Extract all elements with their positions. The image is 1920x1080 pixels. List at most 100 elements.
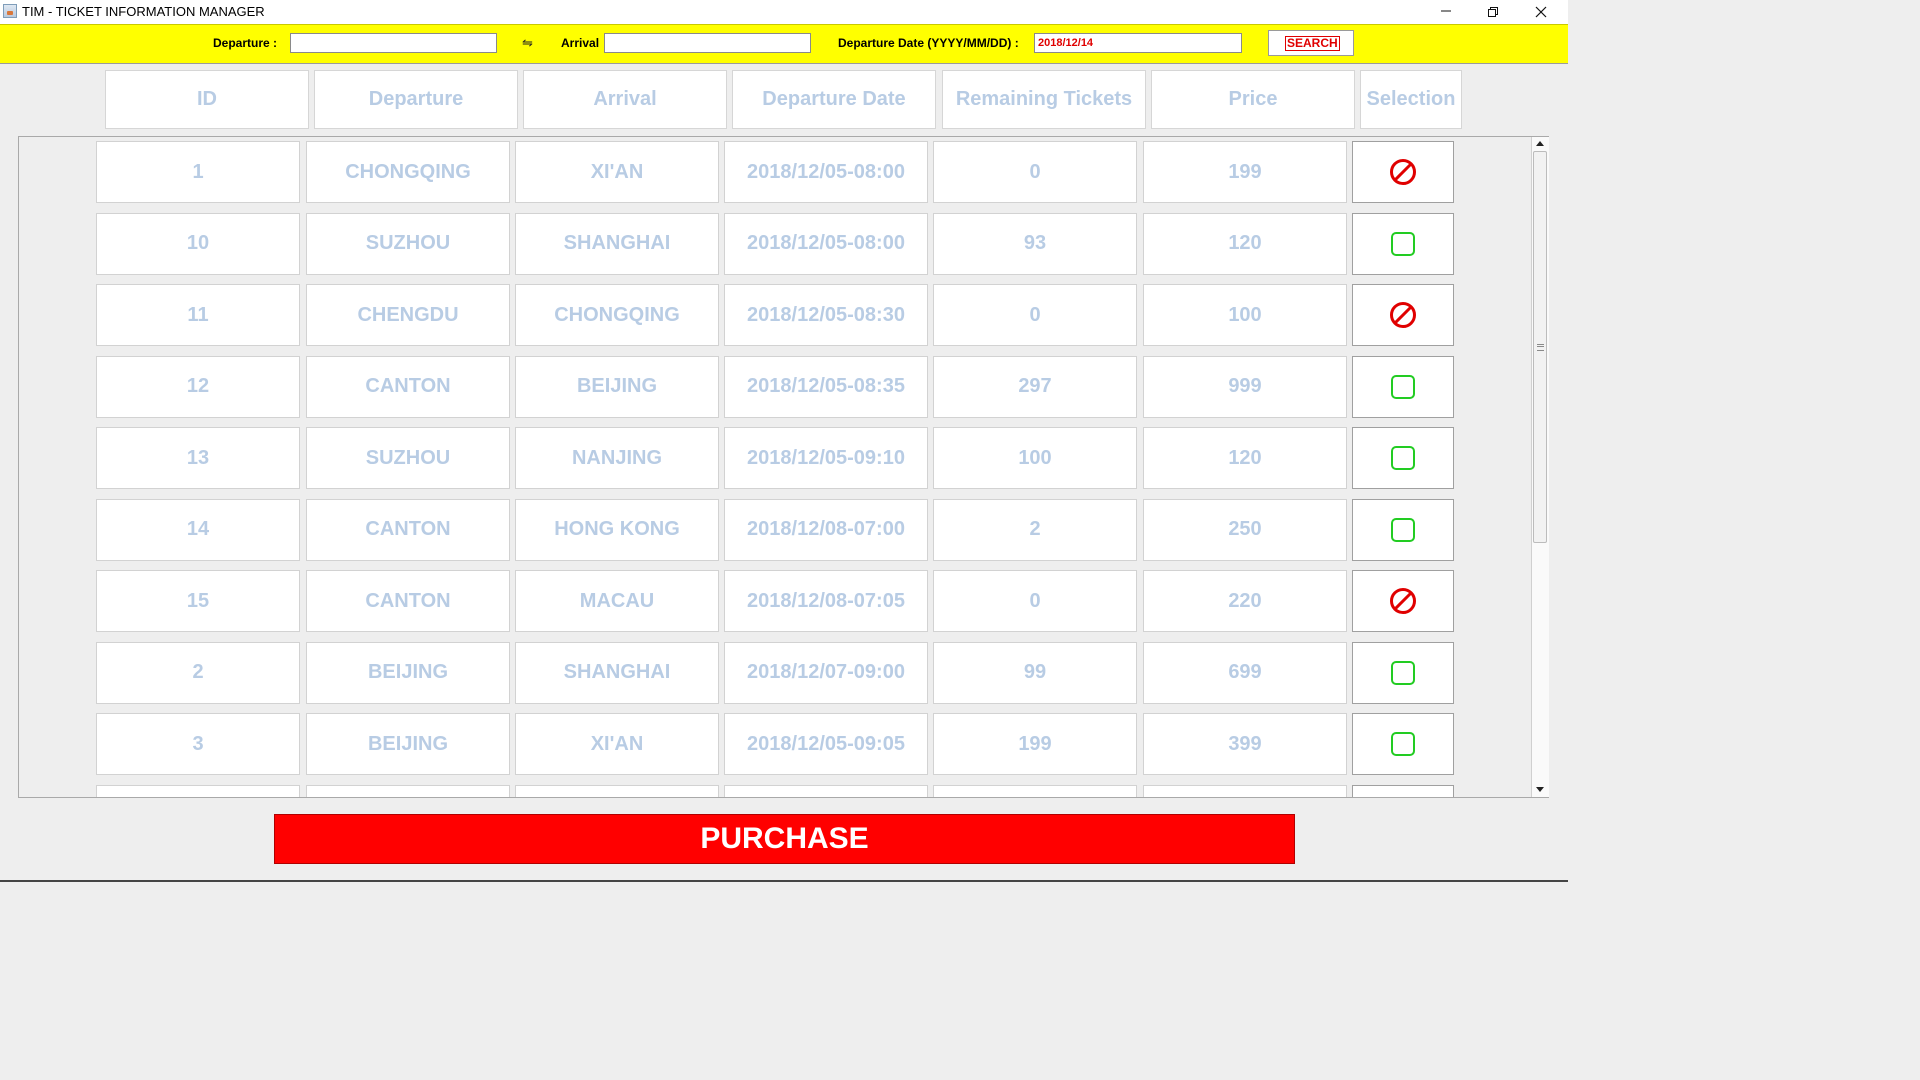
empty-checkbox-icon bbox=[1391, 732, 1415, 756]
cell-departure: CHONGQING bbox=[306, 141, 510, 203]
cell-arrival bbox=[515, 784, 719, 797]
table-row[interactable]: 15 CANTON MACAU 2018/12/08-07:05 0 220 bbox=[19, 570, 1531, 632]
cell-price bbox=[1143, 784, 1347, 797]
cell-arrival: SHANGHAI bbox=[515, 641, 719, 704]
window-title: TIM - TICKET INFORMATION MANAGER bbox=[22, 4, 265, 19]
cell-departure: CHENGDU bbox=[306, 284, 510, 346]
cell-remaining-tickets: 99 bbox=[933, 641, 1137, 704]
cell-departure: BEIJING bbox=[306, 713, 510, 775]
table-row[interactable]: 14 CANTON HONG KONG 2018/12/08-07:00 2 250 bbox=[19, 498, 1531, 561]
cell-arrival: XI'AN bbox=[515, 713, 719, 775]
cell-id: 15 bbox=[96, 570, 300, 632]
empty-checkbox-icon bbox=[1391, 446, 1415, 470]
header-id[interactable]: ID bbox=[105, 70, 309, 129]
empty-checkbox-icon bbox=[1391, 231, 1415, 256]
cell-remaining-tickets: 0 bbox=[933, 141, 1137, 203]
cell-departure-date: 2018/12/05-08:00 bbox=[724, 212, 928, 275]
cell-remaining-tickets: 93 bbox=[933, 212, 1137, 275]
cell-selection[interactable] bbox=[1352, 641, 1454, 704]
departure-date-label: Departure Date (YYYY/MM/DD) : bbox=[838, 36, 1019, 50]
departure-date-input[interactable] bbox=[1034, 33, 1242, 53]
table-row[interactable]: 10 SUZHOU SHANGHAI 2018/12/05-08:00 93 120 bbox=[19, 212, 1531, 275]
grip-icon bbox=[1537, 344, 1544, 351]
restore-icon bbox=[1488, 7, 1498, 17]
cell-departure-date: 2018/12/05-08:35 bbox=[724, 355, 928, 418]
cell-remaining-tickets: 0 bbox=[933, 284, 1137, 346]
restore-button[interactable] bbox=[1470, 0, 1516, 24]
swap-icon[interactable]: ⇋ bbox=[522, 35, 533, 51]
cell-departure-date: 2018/12/05-09:05 bbox=[724, 713, 928, 775]
cell-arrival: BEIJING bbox=[515, 355, 719, 418]
cell-departure-date bbox=[724, 784, 928, 797]
cell-price: 999 bbox=[1143, 355, 1347, 418]
minimize-button[interactable] bbox=[1423, 0, 1469, 24]
vertical-scrollbar[interactable] bbox=[1531, 137, 1549, 797]
cell-price: 250 bbox=[1143, 498, 1347, 561]
cell-arrival: HONG KONG bbox=[515, 498, 719, 561]
cell-id bbox=[96, 784, 300, 797]
departure-input[interactable] bbox=[290, 33, 497, 53]
cell-departure: SUZHOU bbox=[306, 212, 510, 275]
cell-arrival: SHANGHAI bbox=[515, 212, 719, 275]
purchase-button[interactable]: PURCHASE bbox=[274, 814, 1295, 864]
table-row[interactable]: 1 CHONGQING XI'AN 2018/12/05-08:00 0 199 bbox=[19, 141, 1531, 203]
prohibited-icon bbox=[1390, 588, 1416, 614]
cell-departure: CANTON bbox=[306, 570, 510, 632]
arrow-down-icon bbox=[1536, 787, 1544, 792]
scroll-up-button[interactable] bbox=[1532, 137, 1549, 151]
cell-remaining-tickets: 297 bbox=[933, 355, 1137, 418]
search-button-label: SEARCH bbox=[1285, 36, 1340, 51]
cell-id: 14 bbox=[96, 498, 300, 561]
close-button[interactable] bbox=[1518, 0, 1564, 24]
header-remaining-tickets[interactable]: Remaining Tickets bbox=[942, 70, 1146, 129]
cell-selection[interactable] bbox=[1352, 784, 1454, 797]
table-row[interactable]: 12 CANTON BEIJING 2018/12/05-08:35 297 999 bbox=[19, 355, 1531, 418]
empty-checkbox-icon bbox=[1391, 374, 1415, 399]
minimize-icon bbox=[1441, 10, 1451, 12]
search-button[interactable]: SEARCH bbox=[1268, 30, 1354, 56]
cell-selection[interactable] bbox=[1352, 284, 1454, 346]
cell-selection[interactable] bbox=[1352, 713, 1454, 775]
cell-selection[interactable] bbox=[1352, 212, 1454, 275]
table-body: 1 CHONGQING XI'AN 2018/12/05-08:00 0 199 10 SUZ… bbox=[18, 136, 1549, 798]
header-arrival[interactable]: Arrival bbox=[523, 70, 727, 129]
cell-arrival: NANJING bbox=[515, 427, 719, 489]
header-departure[interactable]: Departure bbox=[314, 70, 518, 129]
table-row[interactable]: 2 BEIJING SHANGHAI 2018/12/07-09:00 99 699 bbox=[19, 641, 1531, 704]
arrival-input[interactable] bbox=[604, 33, 811, 53]
cell-departure: CANTON bbox=[306, 498, 510, 561]
java-app-icon bbox=[3, 4, 17, 18]
cell-remaining-tickets: 100 bbox=[933, 427, 1137, 489]
cell-price: 220 bbox=[1143, 570, 1347, 632]
header-price[interactable]: Price bbox=[1151, 70, 1355, 129]
arrow-up-icon bbox=[1536, 141, 1544, 146]
cell-departure-date: 2018/12/05-08:00 bbox=[724, 141, 928, 203]
cell-id: 1 bbox=[96, 141, 300, 203]
cell-arrival: MACAU bbox=[515, 570, 719, 632]
cell-remaining-tickets: 0 bbox=[933, 570, 1137, 632]
table-row[interactable]: 3 BEIJING XI'AN 2018/12/05-09:05 199 399 bbox=[19, 713, 1531, 775]
cell-remaining-tickets: 2 bbox=[933, 498, 1137, 561]
cell-departure: CANTON bbox=[306, 355, 510, 418]
empty-checkbox-icon bbox=[1391, 660, 1415, 685]
table-row[interactable] bbox=[19, 784, 1531, 797]
cell-selection[interactable] bbox=[1352, 570, 1454, 632]
cell-departure: SUZHOU bbox=[306, 427, 510, 489]
cell-id: 13 bbox=[96, 427, 300, 489]
departure-label: Departure : bbox=[213, 36, 278, 50]
header-departure-date[interactable]: Departure Date bbox=[732, 70, 936, 129]
cell-selection[interactable] bbox=[1352, 427, 1454, 489]
cell-selection[interactable] bbox=[1352, 355, 1454, 418]
header-selection[interactable]: Selection bbox=[1360, 70, 1462, 129]
cell-id: 12 bbox=[96, 355, 300, 418]
scroll-down-button[interactable] bbox=[1532, 782, 1549, 796]
cell-id: 10 bbox=[96, 212, 300, 275]
cell-selection[interactable] bbox=[1352, 498, 1454, 561]
scroll-thumb[interactable] bbox=[1533, 151, 1547, 543]
cell-arrival: CHONGQING bbox=[515, 284, 719, 346]
table-row[interactable]: 11 CHENGDU CHONGQING 2018/12/05-08:30 0 100 bbox=[19, 284, 1531, 346]
cell-selection[interactable] bbox=[1352, 141, 1454, 203]
table-row[interactable]: 13 SUZHOU NANJING 2018/12/05-09:10 100 120 bbox=[19, 427, 1531, 489]
cell-departure-date: 2018/12/05-08:30 bbox=[724, 284, 928, 346]
cell-id: 11 bbox=[96, 284, 300, 346]
